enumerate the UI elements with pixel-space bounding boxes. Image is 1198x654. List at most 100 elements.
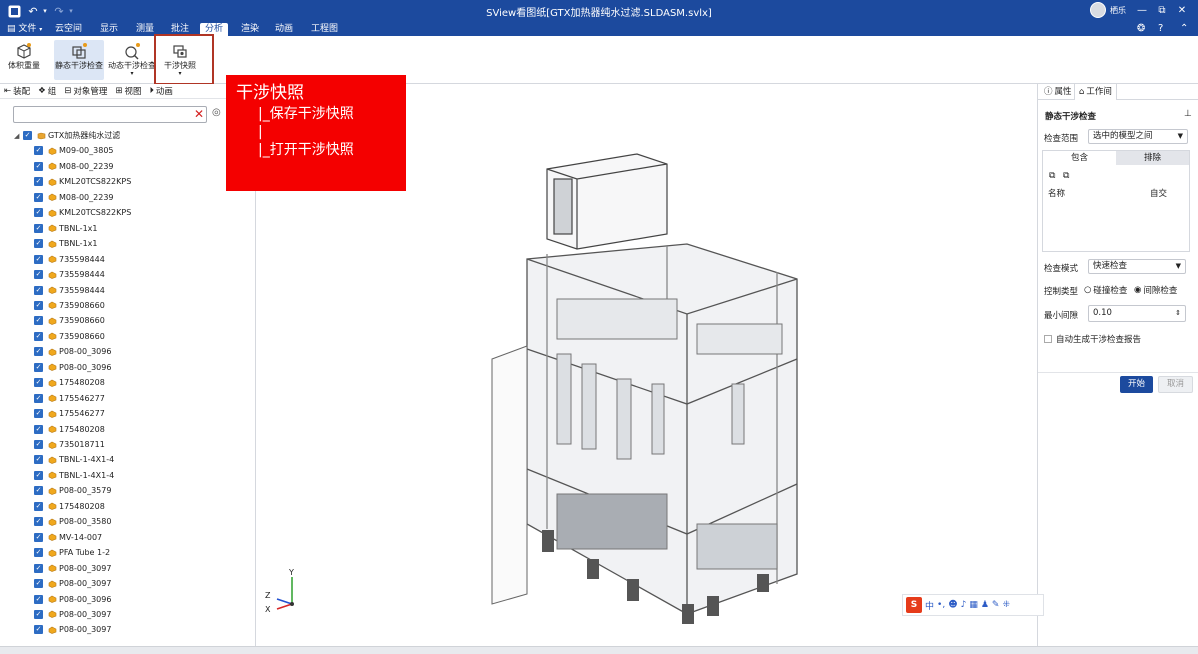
checkbox-checked-icon[interactable]: ✓: [34, 424, 43, 434]
checkbox-checked-icon[interactable]: ✓: [34, 208, 43, 218]
tree-item[interactable]: ✓ P08-00_3097: [34, 607, 111, 622]
tree-item[interactable]: ✓ P08-00_3096: [34, 344, 111, 359]
auto-report-checkbox[interactable]: 自动生成干涉检查报告: [1044, 333, 1141, 345]
checkbox-checked-icon[interactable]: ✓: [34, 331, 43, 341]
menu-drawing[interactable]: 工程图: [306, 23, 343, 36]
expand-arrow-icon[interactable]: ◢: [14, 132, 20, 140]
tree-item[interactable]: ✓ M08-00_2239: [34, 190, 114, 205]
close-button[interactable]: ✕: [1173, 3, 1191, 19]
tree-item[interactable]: ✓ MV-14-007: [34, 530, 102, 545]
tree-item[interactable]: ✓ M09-00_3805: [34, 143, 114, 158]
checkbox-checked-icon[interactable]: ✓: [34, 285, 43, 295]
tree-item[interactable]: ✓ M08-00_2239: [34, 159, 114, 174]
tree-root[interactable]: ◢ ✓ GTX加热器纯水过滤: [14, 128, 120, 143]
checkbox-checked-icon[interactable]: ✓: [34, 161, 43, 171]
control-radio-collision[interactable]: ○ 碰撞检查: [1084, 284, 1127, 296]
min-gap-stepper[interactable]: 0.10 ⇕: [1088, 305, 1186, 322]
checkbox-checked-icon[interactable]: ✓: [34, 254, 43, 264]
menu-cloud[interactable]: 云空间: [50, 23, 87, 36]
ime-lang-toggle[interactable]: 中: [925, 599, 934, 612]
checkbox-checked-icon[interactable]: ✓: [34, 362, 43, 372]
user-icon[interactable]: ♟: [981, 600, 989, 610]
tree-item[interactable]: ✓ TBNL-1-4X1-4: [34, 468, 114, 483]
emoji-icon[interactable]: ☻: [948, 600, 957, 610]
tree-item[interactable]: ✓ 175480208: [34, 499, 105, 514]
tab-exclude[interactable]: 排除: [1116, 151, 1189, 165]
microphone-icon[interactable]: ♪: [961, 600, 967, 610]
tree-item[interactable]: ✓ P08-00_3096: [34, 360, 111, 375]
tree-item[interactable]: ✓ 735598444: [34, 283, 105, 298]
tab-workspace[interactable]: ⌂ 工作间: [1074, 84, 1117, 100]
tree-item[interactable]: ✓ TBNL-1x1: [34, 236, 97, 251]
menu-render[interactable]: 渲染: [236, 23, 264, 36]
tree-item[interactable]: ✓ 735598444: [34, 267, 105, 282]
tree-item[interactable]: ✓ TBNL-1x1: [34, 221, 97, 236]
checkbox-checked-icon[interactable]: ✓: [34, 470, 43, 480]
checkbox-checked-icon[interactable]: ✓: [23, 131, 32, 140]
checkbox-checked-icon[interactable]: ✓: [34, 455, 43, 465]
tree-item[interactable]: ✓ 735908660: [34, 298, 105, 313]
menu-file[interactable]: ▤ 文件 ▾: [2, 23, 47, 36]
checkbox-checked-icon[interactable]: ✓: [34, 300, 43, 310]
ribbon-collapse-icon[interactable]: ⌃: [1180, 23, 1188, 35]
menu-animation[interactable]: 动画: [270, 23, 298, 36]
volume-weight-button[interactable]: 体积重量: [4, 40, 44, 80]
tree-item[interactable]: ✓ P08-00_3097: [34, 561, 111, 576]
checkbox-checked-icon[interactable]: ✓: [34, 347, 43, 357]
tree-item[interactable]: ✓ 735598444: [34, 252, 105, 267]
dynamic-interference-button[interactable]: 动态干涉检查 ▾: [108, 40, 156, 80]
search-input[interactable]: ✕: [13, 106, 207, 123]
stepper-icon[interactable]: ⇕: [1175, 306, 1181, 321]
tree-item[interactable]: ✓ 735908660: [34, 313, 105, 328]
skin-icon[interactable]: ✎: [992, 600, 1000, 610]
checkbox-checked-icon[interactable]: ✓: [34, 625, 43, 635]
tree-item[interactable]: ✓ P08-00_3097: [34, 576, 111, 591]
checkbox-checked-icon[interactable]: ✓: [34, 563, 43, 573]
checkbox-checked-icon[interactable]: ✓: [34, 532, 43, 542]
tab-assembly[interactable]: ⇤ 装配: [4, 85, 30, 97]
search-options-icon[interactable]: ◎: [212, 107, 221, 118]
punctuation-icon[interactable]: •,: [937, 600, 945, 610]
tree-item[interactable]: ✓ 175546277: [34, 391, 105, 406]
checkbox-checked-icon[interactable]: ✓: [34, 316, 43, 326]
static-interference-button[interactable]: 静态干涉检查: [54, 40, 104, 80]
checkbox-checked-icon[interactable]: ✓: [34, 378, 43, 388]
checkbox-checked-icon[interactable]: ✓: [34, 579, 43, 589]
skin-icon[interactable]: ❂: [1137, 23, 1145, 35]
tree-item[interactable]: ✓ TBNL-1-4X1-4: [34, 452, 114, 467]
tree-item[interactable]: ✓ KML20TCS822KPS: [34, 205, 131, 220]
tab-object-manager[interactable]: ⊟ 对象管理: [64, 85, 107, 97]
user-account[interactable]: 栖乐: [1090, 2, 1126, 18]
tree-item[interactable]: ✓ 735018711: [34, 437, 105, 452]
checkbox-checked-icon[interactable]: ✓: [34, 440, 43, 449]
tab-view[interactable]: ⊞ 视图: [115, 85, 141, 97]
start-button[interactable]: 开始: [1120, 376, 1153, 393]
add-item-icon[interactable]: ⧉: [1049, 171, 1055, 181]
tree-item[interactable]: ✓ P08-00_3580: [34, 514, 111, 529]
checkbox-checked-icon[interactable]: ✓: [34, 548, 43, 558]
checkbox-checked-icon[interactable]: ✓: [34, 594, 43, 604]
control-radio-clearance[interactable]: ◉ 间隙检查: [1134, 284, 1177, 296]
tab-animation[interactable]: ⏵ 动画: [150, 85, 173, 97]
tree-item[interactable]: ✓ P08-00_3579: [34, 483, 111, 498]
tab-properties[interactable]: ⓘ 属性: [1040, 84, 1076, 100]
tree-item[interactable]: ✓ KML20TCS822KPS: [34, 174, 131, 189]
keyboard-icon[interactable]: ▦: [969, 600, 978, 610]
ime-logo-icon[interactable]: S: [906, 597, 922, 613]
cancel-button[interactable]: 取消: [1158, 376, 1193, 393]
checkbox-checked-icon[interactable]: ✓: [34, 270, 43, 280]
maximize-button[interactable]: ⧉: [1153, 3, 1171, 19]
help-icon[interactable]: ?: [1158, 23, 1163, 35]
tree-item[interactable]: ✓ 735908660: [34, 329, 105, 344]
checkbox-checked-icon[interactable]: ✓: [34, 517, 43, 527]
tree-item[interactable]: ✓ 175546277: [34, 406, 105, 421]
clear-icon[interactable]: ✕: [194, 107, 204, 122]
scope-select[interactable]: 选中的模型之间 ▼: [1088, 129, 1188, 144]
mode-select[interactable]: 快速检查 ▼: [1088, 259, 1186, 274]
menu-display[interactable]: 显示: [95, 23, 123, 36]
tree-item[interactable]: ✓ 175480208: [34, 375, 105, 390]
checkbox-checked-icon[interactable]: ✓: [34, 223, 43, 233]
checkbox-checked-icon[interactable]: ✓: [34, 177, 43, 187]
tab-group[interactable]: ❖ 组: [38, 85, 56, 97]
tree-item[interactable]: ✓ PFA Tube 1-2: [34, 545, 110, 560]
